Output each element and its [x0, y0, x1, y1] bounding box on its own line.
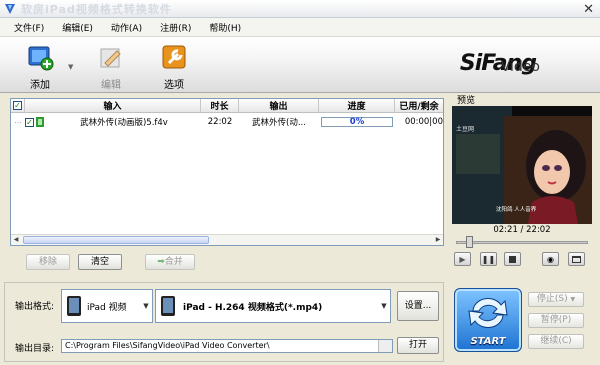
menu-help[interactable]: 帮助(H): [209, 21, 241, 34]
start-label: START: [470, 336, 506, 347]
wrench-icon: [162, 45, 186, 69]
device-select[interactable]: iPad 视频 ▼: [61, 289, 153, 323]
film-icon: [36, 117, 44, 127]
table-row[interactable]: ⋯ ✓ 武林外传(动画版)5.f4v 22:02 武林外传(动... 0% 00…: [11, 115, 443, 129]
menu-register[interactable]: 注册(R): [160, 21, 191, 34]
format-value: iPad - H.264 视频格式(*.mp4): [183, 302, 323, 313]
window-icon: [572, 255, 581, 263]
column-duration[interactable]: 时长: [201, 99, 239, 112]
merge-icon: ➡: [157, 257, 165, 267]
stop-convert-button[interactable]: 停止(S) ▼: [528, 292, 584, 307]
settings-button[interactable]: 设置...: [397, 291, 439, 321]
column-output[interactable]: 输出: [239, 99, 319, 112]
add-label: 添加: [30, 80, 50, 91]
fullscreen-button[interactable]: [568, 252, 585, 266]
seek-handle[interactable]: [466, 236, 474, 248]
row-progress: 0%: [319, 117, 395, 127]
open-button[interactable]: 打开: [397, 337, 439, 354]
output-format-label: 输出格式:: [15, 302, 55, 312]
chevron-down-icon[interactable]: ▼: [571, 296, 576, 303]
row-checkbox[interactable]: ✓: [25, 117, 47, 127]
pause-icon: ❚❚: [481, 254, 496, 264]
scroll-left-icon[interactable]: ◀: [11, 236, 21, 245]
output-dir-label: 输出目录:: [15, 344, 55, 354]
seek-slider[interactable]: [456, 241, 588, 244]
stop-label: 停止(S): [536, 294, 568, 304]
edit-button[interactable]: 编辑: [89, 43, 133, 91]
ipad-icon: [161, 296, 175, 316]
merge-button[interactable]: ➡合并: [145, 254, 195, 270]
output-panel: 输出格式: iPad 视频 ▼ iPad - H.264 视频格式(*.mp4)…: [4, 282, 444, 362]
stop-icon: [509, 255, 516, 263]
chevron-down-icon[interactable]: ▼: [140, 290, 152, 322]
toolbar: 添加 ▼ 编辑 选项 SiFang Video: [0, 37, 600, 93]
title-bar: 软房iPad视频格式转换软件 ✕: [0, 0, 600, 18]
brand-sub: Video: [500, 59, 540, 75]
continue-convert-button[interactable]: 继续(C): [528, 334, 584, 349]
snapshot-button[interactable]: ◉: [542, 252, 559, 266]
row-duration: 22:02: [207, 117, 233, 127]
tree-line: ⋯: [14, 117, 22, 127]
edit-label: 编辑: [101, 80, 121, 91]
remove-button[interactable]: 移除: [26, 254, 70, 270]
preview-video: 土豆网 沈阳鸽 人人音界: [452, 106, 592, 224]
convert-arrows-icon: [468, 297, 508, 329]
output-dir-field[interactable]: C:\Program Files\SifangVideo\iPad Video …: [61, 339, 393, 353]
dir-scroll[interactable]: [378, 340, 392, 352]
row-elapsed: 00:00|00: [404, 117, 443, 127]
row-output: 武林外传(动...: [252, 118, 306, 128]
preview-panel: 预览 土豆网 沈阳鸽 人人音界 02:21 / 22:02 ▶ ❚❚ ◉: [448, 93, 596, 270]
stop-button[interactable]: [504, 252, 521, 266]
list-header: ✓ 输入 时长 输出 进度 已用/剩余: [11, 99, 443, 113]
menu-action[interactable]: 动作(A): [111, 21, 142, 34]
app-logo-icon: [5, 3, 15, 14]
edit-icon: [100, 48, 121, 68]
pause-button[interactable]: ❚❚: [480, 252, 497, 266]
format-select[interactable]: iPad - H.264 视频格式(*.mp4) ▼: [155, 289, 391, 323]
preview-title: 预览: [456, 93, 477, 106]
add-dropdown-icon[interactable]: ▼: [68, 63, 73, 71]
play-icon: ▶: [459, 254, 466, 264]
camera-icon: ◉: [547, 254, 554, 264]
horizontal-scrollbar[interactable]: ◀ ▶: [11, 234, 443, 245]
column-input[interactable]: 输入: [25, 99, 201, 112]
merge-label: 合并: [164, 257, 183, 267]
select-all-checkbox[interactable]: ✓: [11, 99, 25, 112]
scroll-thumb[interactable]: [23, 236, 209, 244]
play-button[interactable]: ▶: [454, 252, 471, 266]
options-button[interactable]: 选项: [152, 43, 196, 91]
add-button[interactable]: 添加: [18, 43, 62, 91]
row-input: 武林外传(动画版)5.f4v: [80, 118, 168, 128]
clear-button[interactable]: 清空: [78, 254, 122, 270]
menu-edit[interactable]: 编辑(E): [62, 21, 93, 34]
scroll-right-icon[interactable]: ▶: [433, 236, 443, 245]
column-elapsed[interactable]: 已用/剩余: [395, 99, 443, 112]
device-value: iPad 视频: [87, 302, 127, 313]
window-title: 软房iPad视频格式转换软件: [21, 2, 172, 16]
chevron-down-icon[interactable]: ▼: [378, 290, 390, 322]
column-progress[interactable]: 进度: [319, 99, 395, 112]
close-icon[interactable]: ✕: [583, 2, 594, 17]
start-button[interactable]: START: [454, 288, 522, 352]
add-film-icon: [28, 46, 54, 71]
preview-corner: 土豆网: [456, 126, 475, 133]
file-list: ✓ 输入 时长 输出 进度 已用/剩余 ⋯ ✓ 武林外传(动画版)5.f4v 2…: [10, 98, 444, 246]
menu-file[interactable]: 文件(F): [14, 21, 44, 34]
menu-bar: 文件(F) 编辑(E) 动作(A) 注册(R) 帮助(H): [0, 18, 600, 37]
output-dir-value: C:\Program Files\SifangVideo\iPad Video …: [65, 341, 270, 350]
progress-bar: 0%: [321, 117, 393, 127]
ipad-icon: [67, 296, 81, 316]
preview-time: 02:21 / 22:02: [493, 225, 551, 235]
options-label: 选项: [164, 80, 184, 91]
pause-convert-button[interactable]: 暂停(P): [528, 313, 584, 328]
preview-caption: 沈阳鸽 人人音界: [496, 207, 537, 213]
